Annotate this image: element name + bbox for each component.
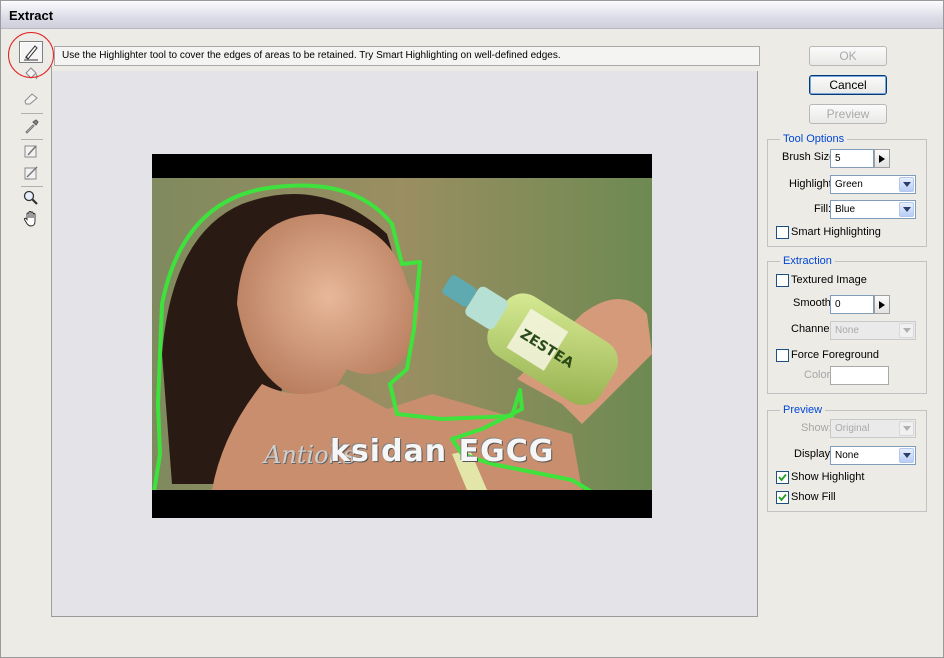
smooth-label: Smooth: xyxy=(793,297,834,309)
highlight-value: Green xyxy=(835,179,863,190)
cleanup-tool-icon[interactable] xyxy=(19,140,43,162)
extraction-legend: Extraction xyxy=(780,255,835,267)
channel-label: Channel: xyxy=(791,323,836,335)
eyedropper-tool-icon[interactable] xyxy=(19,115,43,137)
zoom-tool-icon[interactable] xyxy=(19,187,43,209)
fill-value: Blue xyxy=(835,204,856,215)
show-select[interactable]: Original xyxy=(830,419,916,438)
color-swatch[interactable] xyxy=(830,366,889,385)
display-label: Display: xyxy=(794,448,834,460)
preview-group: Preview Show: Original Display: None Sho… xyxy=(767,404,927,512)
show-fill-label: Show Fill xyxy=(791,491,836,503)
eraser-tool-icon[interactable] xyxy=(19,87,43,109)
window-title: Extract xyxy=(9,8,54,23)
checkmark-icon xyxy=(778,473,787,482)
smart-highlighting-label: Smart Highlighting xyxy=(791,226,881,238)
preview-canvas[interactable]: ZESTEA Antioks ksidan EGCG xyxy=(52,71,758,617)
show-fill-checkbox[interactable] xyxy=(776,491,789,504)
preview-legend: Preview xyxy=(780,404,826,416)
tool-hint-bar: Use the Highlighter tool to cover the ed… xyxy=(54,46,760,66)
chevron-down-icon[interactable] xyxy=(899,323,914,338)
channel-select[interactable]: None xyxy=(830,321,916,340)
highlight-select[interactable]: Green xyxy=(830,175,916,194)
show-highlight-checkbox[interactable] xyxy=(776,471,789,484)
title-bar[interactable]: Extract xyxy=(1,1,943,29)
show-label: Show: xyxy=(801,422,832,434)
chevron-down-icon[interactable] xyxy=(899,177,914,192)
ok-button[interactable]: OK xyxy=(809,46,887,66)
display-select[interactable]: None xyxy=(830,446,916,465)
show-value: Original xyxy=(835,423,870,434)
textured-image-checkbox[interactable] xyxy=(776,274,789,287)
edge-touchup-tool-icon[interactable] xyxy=(19,162,43,184)
fill-select[interactable]: Blue xyxy=(830,200,916,219)
highlight-label: Highlight: xyxy=(789,178,835,190)
fill-label: Fill: xyxy=(814,203,832,215)
extract-dialog: Extract Use the Highlighter tool to cove… xyxy=(0,0,944,658)
color-label: Color: xyxy=(804,369,834,381)
smooth-slider-arrow-icon[interactable] xyxy=(874,295,890,314)
channel-value: None xyxy=(835,325,859,336)
force-foreground-checkbox[interactable] xyxy=(776,349,789,362)
checkmark-icon xyxy=(778,493,787,502)
chevron-down-icon[interactable] xyxy=(899,202,914,217)
textured-image-label: Textured Image xyxy=(791,274,867,286)
display-value: None xyxy=(835,450,859,461)
brush-size-slider-arrow-icon[interactable] xyxy=(874,149,890,168)
chevron-down-icon[interactable] xyxy=(899,421,914,436)
extract-image[interactable]: ZESTEA Antioks ksidan EGCG xyxy=(152,154,652,518)
smart-highlighting-checkbox[interactable] xyxy=(776,226,789,239)
show-highlight-label: Show Highlight xyxy=(791,471,865,483)
image-overlay-text: ksidan EGCG xyxy=(330,434,555,469)
cancel-button[interactable]: Cancel xyxy=(809,75,887,95)
highlighter-callout-circle xyxy=(8,32,54,78)
chevron-down-icon[interactable] xyxy=(899,448,914,463)
force-foreground-label: Force Foreground xyxy=(791,349,880,361)
extraction-group: Extraction Textured Image Smooth: 0 Chan… xyxy=(767,255,927,394)
smooth-field[interactable]: 0 xyxy=(830,295,874,314)
hand-tool-icon[interactable] xyxy=(19,208,43,230)
toolbox-divider xyxy=(21,113,43,114)
preview-button[interactable]: Preview xyxy=(809,104,887,124)
tool-options-group: Tool Options Brush Size: 5 Highlight: Gr… xyxy=(767,133,927,247)
brush-size-field[interactable]: 5 xyxy=(830,149,874,168)
tool-options-legend: Tool Options xyxy=(780,133,848,145)
